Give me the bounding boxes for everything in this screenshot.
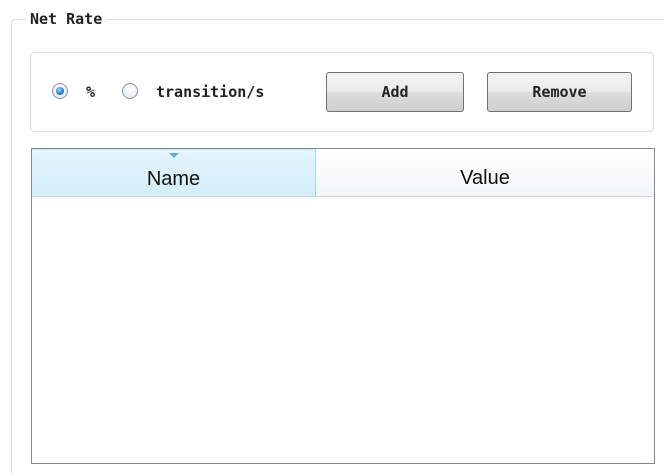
remove-button[interactable]: Remove <box>487 72 632 112</box>
percent-radio-label[interactable]: % <box>86 82 95 102</box>
transition-radio[interactable] <box>122 83 138 99</box>
column-header-label: Value <box>460 167 510 189</box>
column-header-label: Name <box>146 167 201 190</box>
net-rate-list[interactable]: Name Value <box>31 148 655 464</box>
list-body[interactable] <box>32 197 654 463</box>
add-button[interactable]: Add <box>326 72 464 112</box>
percent-radio[interactable] <box>52 83 68 99</box>
sort-descending-icon <box>168 153 179 158</box>
list-header: Name Value <box>32 149 654 197</box>
column-header-value[interactable]: Value <box>316 149 654 196</box>
group-title: Net Rate <box>26 9 107 29</box>
column-header-name[interactable]: Name <box>32 149 316 196</box>
transition-radio-label[interactable]: transition/s <box>156 82 264 102</box>
